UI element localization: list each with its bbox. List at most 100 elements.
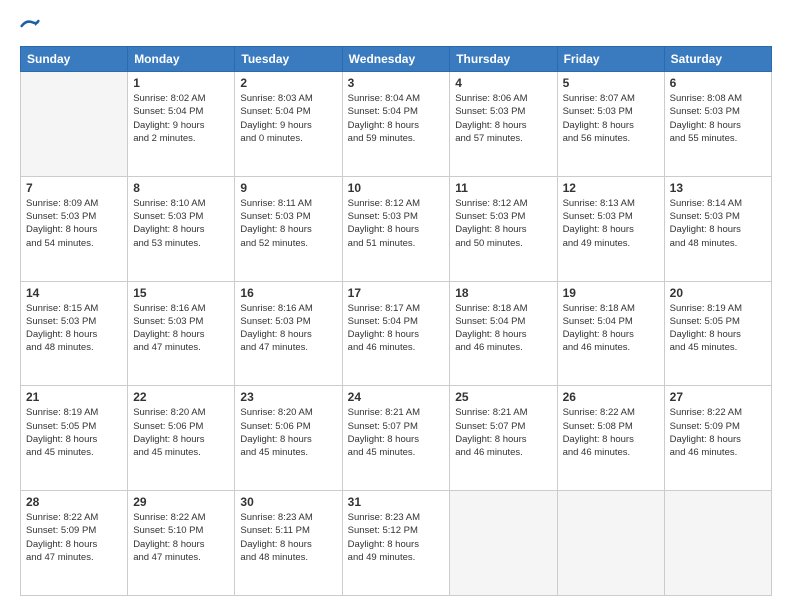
day-info: Sunrise: 8:17 AM Sunset: 5:04 PM Dayligh… [348, 302, 445, 355]
col-header-tuesday: Tuesday [235, 47, 342, 72]
day-cell: 21Sunrise: 8:19 AM Sunset: 5:05 PM Dayli… [21, 386, 128, 491]
day-info: Sunrise: 8:18 AM Sunset: 5:04 PM Dayligh… [563, 302, 659, 355]
day-info: Sunrise: 8:11 AM Sunset: 5:03 PM Dayligh… [240, 197, 336, 250]
day-cell: 26Sunrise: 8:22 AM Sunset: 5:08 PM Dayli… [557, 386, 664, 491]
calendar-table: SundayMondayTuesdayWednesdayThursdayFrid… [20, 46, 772, 596]
col-header-thursday: Thursday [450, 47, 557, 72]
day-number: 8 [133, 181, 229, 195]
day-cell: 23 Sunrise: 8:20 AM Sunset: 5:06 PM Dayli… [235, 386, 342, 491]
day-cell [557, 491, 664, 596]
day-info: Sunrise: 8:13 AM Sunset: 5:03 PM Dayligh… [563, 197, 659, 250]
day-info: Sunrise: 8:06 AM Sunset: 5:03 PM Dayligh… [455, 92, 551, 145]
col-header-friday: Friday [557, 47, 664, 72]
day-cell: 27Sunrise: 8:22 AM Sunset: 5:09 PM Dayli… [664, 386, 771, 491]
day-number: 6 [670, 76, 766, 90]
day-number: 31 [348, 495, 445, 509]
day-info: Sunrise: 8:23 AM Sunset: 5:12 PM Dayligh… [348, 511, 445, 564]
day-info: Sunrise: 8:20 AM Sunset: 5:06 PM Dayligh… [240, 406, 336, 459]
day-cell: 20 Sunrise: 8:19 AM Sunset: 5:05 PM Dayli… [664, 281, 771, 386]
day-info: Sunrise: 8:08 AM Sunset: 5:03 PM Dayligh… [670, 92, 766, 145]
day-cell: 10 Sunrise: 8:12 AM Sunset: 5:03 PM Dayli… [342, 176, 450, 281]
day-number: 11 [455, 181, 551, 195]
day-info: Sunrise: 8:16 AM Sunset: 5:03 PM Dayligh… [240, 302, 336, 355]
day-number: 17 [348, 286, 445, 300]
day-cell: 6 Sunrise: 8:08 AM Sunset: 5:03 PM Daylig… [664, 72, 771, 177]
day-number: 15 [133, 286, 229, 300]
header [20, 16, 772, 36]
day-info: Sunrise: 8:22 AM Sunset: 5:09 PM Dayligh… [26, 511, 122, 564]
day-number: 20 [670, 286, 766, 300]
col-header-wednesday: Wednesday [342, 47, 450, 72]
day-info: Sunrise: 8:19 AM Sunset: 5:05 PM Dayligh… [670, 302, 766, 355]
day-number: 24 [348, 390, 445, 404]
day-cell: 3 Sunrise: 8:04 AM Sunset: 5:04 PM Daylig… [342, 72, 450, 177]
page: SundayMondayTuesdayWednesdayThursdayFrid… [0, 0, 792, 612]
week-row-2: 7Sunrise: 8:09 AM Sunset: 5:03 PM Daylig… [21, 176, 772, 281]
week-row-3: 14 Sunrise: 8:15 AM Sunset: 5:03 PM Dayli… [21, 281, 772, 386]
day-number: 25 [455, 390, 551, 404]
day-info: Sunrise: 8:16 AM Sunset: 5:03 PM Dayligh… [133, 302, 229, 355]
day-cell: 25 Sunrise: 8:21 AM Sunset: 5:07 PM Dayli… [450, 386, 557, 491]
col-header-saturday: Saturday [664, 47, 771, 72]
day-number: 5 [563, 76, 659, 90]
day-info: Sunrise: 8:14 AM Sunset: 5:03 PM Dayligh… [670, 197, 766, 250]
day-info: Sunrise: 8:15 AM Sunset: 5:03 PM Dayligh… [26, 302, 122, 355]
day-info: Sunrise: 8:22 AM Sunset: 5:10 PM Dayligh… [133, 511, 229, 564]
day-number: 9 [240, 181, 336, 195]
day-number: 30 [240, 495, 336, 509]
day-number: 4 [455, 76, 551, 90]
day-info: Sunrise: 8:03 AM Sunset: 5:04 PM Dayligh… [240, 92, 336, 145]
day-cell: 4 Sunrise: 8:06 AM Sunset: 5:03 PM Daylig… [450, 72, 557, 177]
day-info: Sunrise: 8:04 AM Sunset: 5:04 PM Dayligh… [348, 92, 445, 145]
day-number: 22 [133, 390, 229, 404]
day-info: Sunrise: 8:21 AM Sunset: 5:07 PM Dayligh… [455, 406, 551, 459]
day-info: Sunrise: 8:23 AM Sunset: 5:11 PM Dayligh… [240, 511, 336, 564]
day-info: Sunrise: 8:18 AM Sunset: 5:04 PM Dayligh… [455, 302, 551, 355]
day-cell: 17 Sunrise: 8:17 AM Sunset: 5:04 PM Dayli… [342, 281, 450, 386]
day-cell [450, 491, 557, 596]
logo [20, 16, 44, 36]
day-number: 3 [348, 76, 445, 90]
day-number: 10 [348, 181, 445, 195]
day-cell: 16 Sunrise: 8:16 AM Sunset: 5:03 PM Dayli… [235, 281, 342, 386]
day-cell: 24Sunrise: 8:21 AM Sunset: 5:07 PM Dayli… [342, 386, 450, 491]
day-cell: 2Sunrise: 8:03 AM Sunset: 5:04 PM Daylig… [235, 72, 342, 177]
day-number: 12 [563, 181, 659, 195]
day-cell [664, 491, 771, 596]
day-cell: 18 Sunrise: 8:18 AM Sunset: 5:04 PM Dayli… [450, 281, 557, 386]
day-cell: 1 Sunrise: 8:02 AM Sunset: 5:04 PM Daylig… [128, 72, 235, 177]
col-header-sunday: Sunday [21, 47, 128, 72]
day-info: Sunrise: 8:10 AM Sunset: 5:03 PM Dayligh… [133, 197, 229, 250]
day-info: Sunrise: 8:12 AM Sunset: 5:03 PM Dayligh… [348, 197, 445, 250]
day-number: 18 [455, 286, 551, 300]
day-cell: 9 Sunrise: 8:11 AM Sunset: 5:03 PM Daylig… [235, 176, 342, 281]
day-number: 16 [240, 286, 336, 300]
day-info: Sunrise: 8:20 AM Sunset: 5:06 PM Dayligh… [133, 406, 229, 459]
day-cell [21, 72, 128, 177]
day-info: Sunrise: 8:07 AM Sunset: 5:03 PM Dayligh… [563, 92, 659, 145]
day-number: 14 [26, 286, 122, 300]
day-cell: 31 Sunrise: 8:23 AM Sunset: 5:12 PM Dayli… [342, 491, 450, 596]
day-cell: 11 Sunrise: 8:12 AM Sunset: 5:03 PM Dayli… [450, 176, 557, 281]
day-number: 27 [670, 390, 766, 404]
day-cell: 7Sunrise: 8:09 AM Sunset: 5:03 PM Daylig… [21, 176, 128, 281]
day-number: 21 [26, 390, 122, 404]
day-cell: 30 Sunrise: 8:23 AM Sunset: 5:11 PM Dayli… [235, 491, 342, 596]
day-cell: 14 Sunrise: 8:15 AM Sunset: 5:03 PM Dayli… [21, 281, 128, 386]
day-cell: 22 Sunrise: 8:20 AM Sunset: 5:06 PM Dayli… [128, 386, 235, 491]
day-number: 26 [563, 390, 659, 404]
day-cell: 13 Sunrise: 8:14 AM Sunset: 5:03 PM Dayli… [664, 176, 771, 281]
week-row-1: 1 Sunrise: 8:02 AM Sunset: 5:04 PM Daylig… [21, 72, 772, 177]
day-number: 23 [240, 390, 336, 404]
day-number: 1 [133, 76, 229, 90]
day-info: Sunrise: 8:12 AM Sunset: 5:03 PM Dayligh… [455, 197, 551, 250]
day-number: 19 [563, 286, 659, 300]
day-number: 13 [670, 181, 766, 195]
day-info: Sunrise: 8:09 AM Sunset: 5:03 PM Dayligh… [26, 197, 122, 250]
header-row: SundayMondayTuesdayWednesdayThursdayFrid… [21, 47, 772, 72]
day-info: Sunrise: 8:02 AM Sunset: 5:04 PM Dayligh… [133, 92, 229, 145]
day-cell: 12 Sunrise: 8:13 AM Sunset: 5:03 PM Dayli… [557, 176, 664, 281]
col-header-monday: Monday [128, 47, 235, 72]
day-cell: 8 Sunrise: 8:10 AM Sunset: 5:03 PM Daylig… [128, 176, 235, 281]
day-cell: 15 Sunrise: 8:16 AM Sunset: 5:03 PM Dayli… [128, 281, 235, 386]
